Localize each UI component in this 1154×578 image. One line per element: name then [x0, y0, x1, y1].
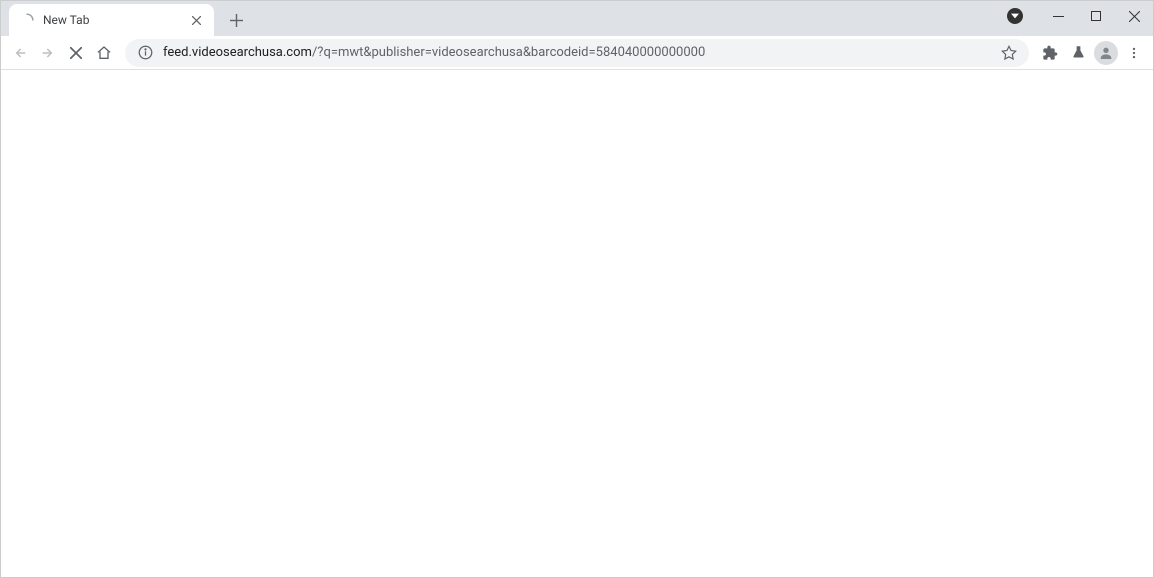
page-content [1, 70, 1153, 577]
url-domain: feed.videosearchusa.com [163, 45, 312, 60]
profile-button[interactable] [1093, 40, 1119, 66]
extension-indicator-icon[interactable] [1007, 8, 1023, 24]
url-path: /?q=mwt&publisher=videosearchusa&barcode… [312, 45, 705, 60]
new-tab-button[interactable] [222, 6, 250, 34]
extensions-button[interactable] [1037, 40, 1063, 66]
labs-button[interactable] [1065, 40, 1091, 66]
close-tab-button[interactable] [188, 12, 204, 28]
url-text: feed.videosearchusa.com/?q=mwt&publisher… [163, 45, 1001, 60]
home-button[interactable] [91, 40, 117, 66]
forward-button[interactable] [35, 40, 61, 66]
avatar-icon [1094, 41, 1118, 65]
window-controls [1039, 1, 1153, 31]
loading-spinner-icon [19, 12, 35, 28]
address-bar[interactable]: feed.videosearchusa.com/?q=mwt&publisher… [125, 39, 1029, 67]
maximize-button[interactable] [1077, 1, 1115, 31]
close-window-button[interactable] [1115, 1, 1153, 31]
site-info-icon[interactable] [137, 45, 153, 61]
browser-tab[interactable]: New Tab [9, 4, 214, 36]
toolbar: feed.videosearchusa.com/?q=mwt&publisher… [1, 36, 1153, 70]
title-bar: New Tab [1, 1, 1153, 36]
menu-button[interactable] [1121, 40, 1147, 66]
tab-title: New Tab [43, 13, 188, 27]
bookmark-star-button[interactable] [1001, 45, 1017, 61]
stop-button[interactable] [63, 40, 89, 66]
back-button[interactable] [7, 40, 33, 66]
minimize-button[interactable] [1039, 1, 1077, 31]
